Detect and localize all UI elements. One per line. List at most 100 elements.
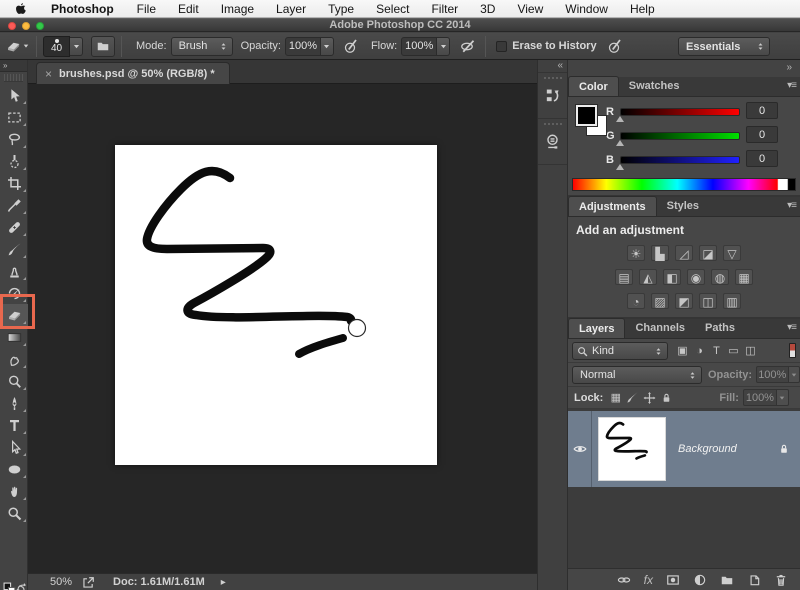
blend-mode-dropdown[interactable]: Normal	[572, 366, 702, 384]
tab-adjustments[interactable]: Adjustments	[568, 196, 657, 216]
adjustment-selective-color-button[interactable]: ▥	[723, 293, 741, 309]
tab-layers[interactable]: Layers	[568, 318, 625, 338]
adjustment-levels-button[interactable]: ▙	[651, 245, 669, 261]
menu-item-image[interactable]: Image	[210, 0, 265, 18]
tool-zoom[interactable]	[0, 502, 28, 524]
red-slider-thumb[interactable]	[616, 116, 624, 122]
link-layers-button[interactable]	[617, 573, 631, 587]
tool-brush[interactable]	[0, 238, 28, 260]
adjustment-color-balance-button[interactable]: ◭	[639, 269, 657, 285]
tool-dodge[interactable]	[0, 370, 28, 392]
filter-pixel-layers-button[interactable]: ▣	[674, 344, 691, 357]
color-spectrum-bar[interactable]	[572, 178, 796, 191]
tool-hand[interactable]	[0, 480, 28, 502]
adjustment-channel-mixer-button[interactable]: ◍	[711, 269, 729, 285]
adjustment-posterize-button[interactable]: ▨	[651, 293, 669, 309]
pressure-opacity-button[interactable]	[339, 36, 363, 57]
menu-item-type[interactable]: Type	[317, 0, 365, 18]
adjustment-photo-filter-button[interactable]: ◉	[687, 269, 705, 285]
collapse-panels-button[interactable]: »	[568, 60, 800, 77]
adjustment-curves-button[interactable]: ◿	[675, 245, 693, 261]
zoom-level-field[interactable]: 50%	[50, 576, 72, 588]
tool-rectangular-marquee[interactable]	[0, 106, 28, 128]
new-adjustment-layer-button[interactable]	[693, 573, 707, 587]
expand-dock-button[interactable]: «	[538, 60, 567, 73]
adjustment-color-lookup-button[interactable]: ▦	[735, 269, 753, 285]
toggle-brush-panel-button[interactable]	[91, 36, 115, 57]
layer-visibility-cell[interactable]	[568, 411, 592, 487]
new-group-button[interactable]	[720, 573, 734, 587]
menu-item-filter[interactable]: Filter	[420, 0, 469, 18]
tool-pen[interactable]	[0, 392, 28, 414]
blue-value-field[interactable]: 0	[746, 150, 778, 167]
menu-item-edit[interactable]: Edit	[167, 0, 210, 18]
adjustment-hue-saturation-button[interactable]: ▤	[615, 269, 633, 285]
adjustment-gradient-map-button[interactable]: ◫	[699, 293, 717, 309]
mode-dropdown[interactable]: Brush	[171, 37, 233, 56]
layer-opacity-dropdown[interactable]	[789, 366, 800, 383]
tool-move[interactable]	[0, 84, 28, 106]
swap-colors-button[interactable]	[15, 582, 27, 590]
brush-size-preview[interactable]: 40	[43, 36, 70, 57]
flow-field[interactable]: 100%	[401, 37, 437, 56]
delete-layer-button[interactable]	[774, 573, 788, 587]
tool-eyedropper[interactable]	[0, 194, 28, 216]
blue-slider[interactable]	[620, 156, 740, 164]
lock-image-pixels-button[interactable]	[624, 391, 641, 404]
tool-crop[interactable]	[0, 172, 28, 194]
share-button[interactable]	[82, 576, 95, 589]
tool-gradient[interactable]	[0, 326, 28, 348]
filter-type-layers-button[interactable]: T	[708, 345, 725, 357]
adjustment-brightness-contrast-button[interactable]: ☀	[627, 245, 645, 261]
tool-path-selection[interactable]	[0, 436, 28, 458]
filter-kind-dropdown[interactable]: Kind	[572, 342, 668, 360]
tab-swatches[interactable]: Swatches	[619, 76, 690, 96]
green-slider[interactable]	[620, 132, 740, 140]
filtering-toggle[interactable]	[789, 343, 796, 358]
brush-size-dropdown-button[interactable]	[70, 37, 83, 56]
foreground-color-swatch-panel[interactable]	[576, 105, 597, 126]
tool-lasso[interactable]	[0, 128, 28, 150]
menu-item-help[interactable]: Help	[619, 0, 666, 18]
tab-paths[interactable]: Paths	[695, 318, 745, 338]
blue-slider-thumb[interactable]	[616, 164, 624, 170]
menu-item-window[interactable]: Window	[554, 0, 619, 18]
menu-item-file[interactable]: File	[126, 0, 167, 18]
adjustment-threshold-button[interactable]: ◩	[675, 293, 693, 309]
fill-field[interactable]: 100%	[743, 389, 777, 406]
erase-to-history-checkbox[interactable]	[496, 41, 507, 52]
status-options-arrow[interactable]: ▸	[221, 577, 226, 588]
layer-row-background[interactable]: Background	[568, 411, 800, 487]
adjustment-invert-button[interactable]: ◔	[627, 293, 645, 309]
properties-panel-button[interactable]	[538, 119, 567, 165]
tool-preset-eraser-button[interactable]	[6, 36, 30, 57]
green-slider-thumb[interactable]	[616, 140, 624, 146]
fill-dropdown[interactable]	[777, 389, 789, 406]
tool-spot-healing-brush[interactable]	[0, 216, 28, 238]
layer-name[interactable]: Background	[678, 443, 737, 455]
tool-ellipse-shape[interactable]	[0, 458, 28, 480]
opacity-dropdown-button[interactable]	[321, 37, 334, 56]
red-slider[interactable]	[620, 108, 740, 116]
close-tab-icon[interactable]: ×	[45, 67, 52, 81]
workspace-dropdown[interactable]: Essentials	[678, 37, 770, 56]
tab-styles[interactable]: Styles	[657, 196, 709, 216]
color-panel-menu-button[interactable]: ▾≡	[787, 80, 796, 91]
history-panel-button[interactable]	[538, 73, 567, 119]
add-layer-mask-button[interactable]	[666, 573, 680, 587]
lock-transparent-pixels-button[interactable]: ▦	[607, 391, 624, 404]
opacity-field[interactable]: 100%	[285, 37, 321, 56]
menu-item-view[interactable]: View	[506, 0, 554, 18]
layer-thumbnail[interactable]	[598, 417, 666, 481]
document-tab[interactable]: × brushes.psd @ 50% (RGB/8) *	[36, 62, 230, 84]
pressure-size-button[interactable]	[603, 36, 627, 57]
new-layer-button[interactable]	[747, 573, 761, 587]
airbrush-button[interactable]	[455, 36, 479, 57]
tab-channels[interactable]: Channels	[625, 318, 695, 338]
red-value-field[interactable]: 0	[746, 102, 778, 119]
apple-menu[interactable]	[0, 2, 41, 15]
green-value-field[interactable]: 0	[746, 126, 778, 143]
menu-item-select[interactable]: Select	[365, 0, 420, 18]
toolbar-grip[interactable]	[4, 74, 23, 82]
layer-style-button[interactable]: fx	[644, 573, 653, 587]
